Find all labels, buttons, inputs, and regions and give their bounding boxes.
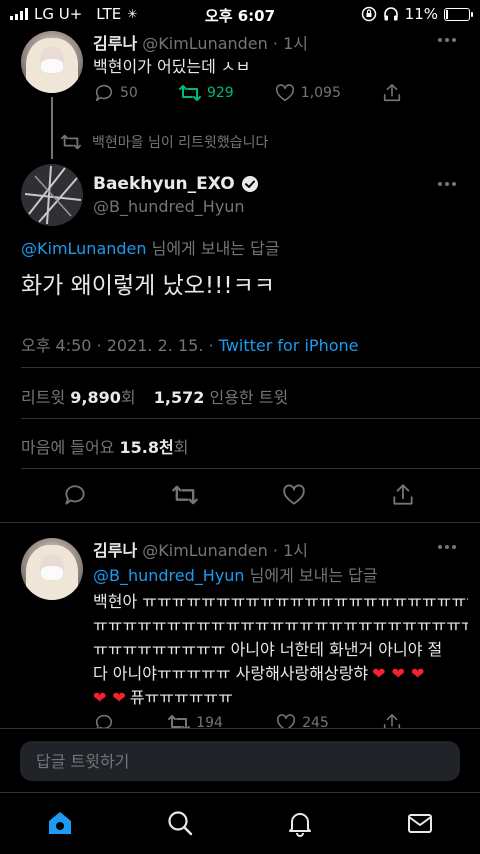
more-icon[interactable] — [438, 545, 458, 551]
search-icon[interactable] — [166, 809, 194, 837]
divider — [0, 522, 480, 523]
reply-to-suffix: 님에게 보내는 답글 — [244, 566, 378, 585]
reply-to-handle[interactable]: @B_hundred_Hyun — [93, 566, 245, 585]
display-name[interactable]: 김루나 — [93, 34, 137, 53]
tweet-text-line: ㅠㅠㅠㅠㅠㅠㅠㅠㅠㅠㅠㅠㅠㅠㅠㅠㅠㅠㅠㅠㅠㅠㅠㅠㅠㅠㅠ — [93, 616, 468, 635]
avatar[interactable] — [21, 31, 83, 93]
tweet-text-segment: 퓨ㅠㅠㅠㅠㅠㅠ — [129, 688, 233, 707]
messages-icon[interactable] — [406, 809, 434, 837]
retweet-stats[interactable]: 리트윗 9,890회 1,572 인용한 트윗 — [21, 384, 288, 408]
battery-icon — [444, 7, 473, 21]
orientation-lock-icon — [361, 6, 376, 22]
time-ago: · 1시 — [272, 34, 308, 53]
like-icon[interactable] — [281, 482, 307, 508]
heart-emoji: ❤ — [112, 688, 126, 707]
reply-context: @KimLunanden 님에게 보내는 답글 — [21, 235, 280, 259]
display-name[interactable]: Baekhyun_EXO — [93, 174, 259, 194]
reply-bar — [0, 728, 480, 792]
retweet-icon — [61, 134, 81, 150]
tweet-text-line: 백현아 ㅠㅠㅠㅠㅠㅠㅠㅠㅠㅠㅠㅠㅠㅠㅠㅠㅠㅠㅠㅠㅠㅠㅠ — [93, 592, 468, 611]
share-icon — [383, 83, 401, 102]
quote-label: 인용한 트윗 — [204, 388, 289, 407]
tweet-text: 백현아 ㅠㅠㅠㅠㅠㅠㅠㅠㅠㅠㅠㅠㅠㅠㅠㅠㅠㅠㅠㅠㅠㅠㅠ ㅠㅠㅠㅠㅠㅠㅠㅠㅠㅠㅠㅠ… — [93, 590, 468, 710]
tab-bar — [0, 792, 480, 854]
source-link[interactable]: Twitter for iPhone — [219, 336, 359, 355]
divider — [21, 468, 480, 469]
heart-emoji: ❤ — [410, 664, 425, 683]
battery-percent: 11% — [404, 5, 438, 23]
like-count: 1,095 — [300, 85, 341, 101]
share-button[interactable] — [381, 82, 403, 104]
reply-context: @B_hundred_Hyun 님에게 보내는 답글 — [93, 562, 378, 586]
tweet-actions — [62, 482, 416, 508]
likes-unit: 회 — [173, 438, 189, 457]
notifications-icon[interactable] — [286, 809, 314, 837]
reply-button[interactable]: 50 — [93, 82, 138, 104]
reply-input[interactable] — [20, 741, 460, 781]
avatar[interactable] — [21, 538, 83, 600]
headphones-icon — [383, 7, 398, 21]
heart-emoji: ❤ — [391, 664, 405, 683]
display-name[interactable]: 김루나 — [93, 541, 137, 560]
likes-count: 15.8천 — [119, 438, 174, 457]
like-icon — [275, 84, 294, 102]
avatar[interactable] — [21, 164, 83, 226]
reply-icon — [95, 84, 113, 102]
retweet-notice[interactable]: 백현마을 님이 리트윗했습니다 — [60, 132, 268, 152]
retweet-icon — [178, 85, 201, 101]
tweet-text-line: 다 아니야ㅠㅠㅠㅠㅠ 사랑해사랑해상랑햐 ❤ ❤ ❤ — [93, 662, 468, 686]
handle: @KimLunanden — [142, 34, 268, 53]
time-ago: · 1시 — [272, 541, 308, 560]
like-button[interactable]: 1,095 — [274, 82, 341, 104]
heart-emoji: ❤ — [372, 664, 386, 683]
thread-line — [51, 97, 53, 159]
retweet-button[interactable]: 929 — [178, 82, 234, 104]
reply-to-suffix: 님에게 보내는 답글 — [146, 239, 280, 258]
tweet-header: 김루나 @KimLunanden · 1시 — [93, 30, 308, 54]
divider — [21, 418, 480, 419]
retweet-unit: 회 — [120, 388, 136, 407]
retweet-label: 리트윗 — [21, 388, 71, 407]
tweet-text: 백현이가 어딨는데 ㅅㅂ — [93, 57, 251, 76]
quote-count: 1,572 — [153, 388, 205, 407]
tweet-text: 화가 왜이렇게 났오!!!ㅋㅋ — [21, 273, 275, 299]
retweet-count: 9,890 — [70, 388, 121, 407]
home-icon[interactable] — [46, 809, 74, 837]
retweet-notice-text: 백현마을 님이 리트윗했습니다 — [92, 135, 269, 151]
handle: @B_hundred_Hyun — [93, 197, 245, 216]
tweet-timestamp: 오후 4:50 · 2021. 2. 15. · Twitter for iPh… — [21, 332, 358, 356]
tweet-actions: 50 929 1,095 — [93, 82, 403, 104]
reply-count: 50 — [120, 85, 138, 101]
timestamp: 오후 4:50 · 2021. 2. 15. · — [21, 336, 219, 355]
tweet-text-segment: 다 아니야ㅠㅠㅠㅠㅠ 사랑해사랑해상랑햐 — [93, 664, 369, 683]
reply-icon[interactable] — [62, 482, 88, 508]
more-icon[interactable] — [438, 38, 458, 44]
tweet-text-line: ㅠㅠㅠㅠㅠㅠㅠㅠㅠ 아니야 너한테 화낸거 아니야 절 — [93, 640, 443, 659]
heart-emoji: ❤ — [93, 688, 107, 707]
status-bar: LG U+ LTE ✳ 오후 6:07 11% — [0, 0, 480, 28]
handle: @KimLunanden — [142, 541, 268, 560]
tweet-header: 김루나 @KimLunanden · 1시 — [93, 537, 308, 561]
more-icon[interactable] — [438, 182, 458, 188]
verified-icon — [241, 176, 258, 192]
likes-stats[interactable]: 마음에 들어요 15.8천회 — [21, 434, 188, 458]
likes-label: 마음에 들어요 — [21, 438, 120, 457]
share-icon[interactable] — [390, 482, 416, 508]
divider — [21, 367, 480, 368]
reply-to-handle[interactable]: @KimLunanden — [21, 239, 147, 258]
tweet-text-line: ❤ ❤ 퓨ㅠㅠㅠㅠㅠㅠ — [93, 686, 468, 710]
retweet-count: 929 — [206, 85, 234, 101]
retweet-icon[interactable] — [171, 482, 199, 508]
